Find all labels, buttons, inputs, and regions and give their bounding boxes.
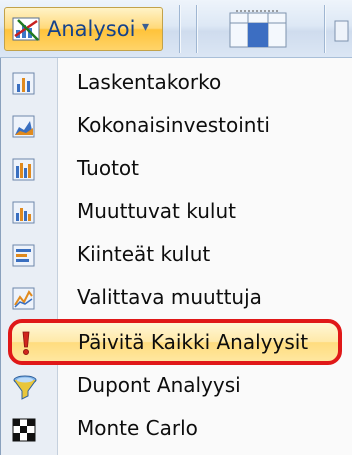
menu-item-label: Päivitä Kaikki Analyysit (78, 330, 309, 354)
ribbon-separator (179, 5, 180, 53)
menu-item-tuotot[interactable]: Tuotot (0, 148, 352, 191)
bar-chart-icon (12, 72, 36, 96)
stacked-chart-icon (12, 244, 36, 268)
menu-item-muuttuvat-kulut[interactable]: Muuttuvat kulut (0, 191, 352, 234)
menu-item-dupont-analyysi[interactable]: Dupont Analyysi (0, 365, 352, 408)
funnel-icon (12, 375, 37, 400)
analysoi-label: Analysoi (47, 17, 136, 41)
menu-item-laskentakorko[interactable]: Laskentakorko (0, 62, 352, 105)
menu-item-monte-carlo[interactable]: Monte Carlo (0, 408, 352, 451)
analysoi-dropdown-button[interactable]: Analysoi ▾ (4, 7, 163, 51)
menu-item-label: Tuotot (77, 156, 140, 180)
table-layout-icon[interactable] (228, 9, 290, 53)
menu-item-kiinteat-kulut[interactable]: Kiinteät kulut (0, 234, 352, 277)
menu-item-label: Valittava muuttuja (77, 285, 262, 309)
chevron-down-icon: ▾ (142, 19, 150, 35)
menu-item-paivita-kaikki-analyysit[interactable]: Päivitä Kaikki Analyysit (8, 319, 342, 365)
ribbon-more-icon[interactable] (334, 20, 350, 46)
checkered-icon (12, 418, 36, 442)
column-chart-icon (12, 158, 36, 182)
exclamation-icon (14, 330, 38, 355)
analysoi-menu: Laskentakorko Kokonaisinvestointi Tuotot (0, 58, 352, 455)
analysis-chart-icon (12, 16, 42, 44)
ribbon-separator (324, 5, 325, 53)
column-chart-icon (12, 201, 36, 225)
menu-item-label: Monte Carlo (77, 416, 198, 440)
menu-item-valittava-muuttuja[interactable]: Valittava muuttuja (0, 277, 352, 320)
area-chart-icon (12, 115, 36, 139)
ribbon-separator (196, 5, 197, 53)
line-chart-icon (12, 287, 36, 311)
menu-item-label: Kokonaisinvestointi (77, 113, 270, 137)
menu-item-label: Laskentakorko (77, 70, 222, 94)
menu-item-label: Kiinteät kulut (77, 242, 211, 266)
menu-item-label: Muuttuvat kulut (77, 199, 236, 223)
menu-item-kokonaisinvestointi[interactable]: Kokonaisinvestointi (0, 105, 352, 148)
ribbon-toolbar: Analysoi ▾ (0, 0, 352, 58)
menu-item-label: Dupont Analyysi (77, 373, 241, 397)
